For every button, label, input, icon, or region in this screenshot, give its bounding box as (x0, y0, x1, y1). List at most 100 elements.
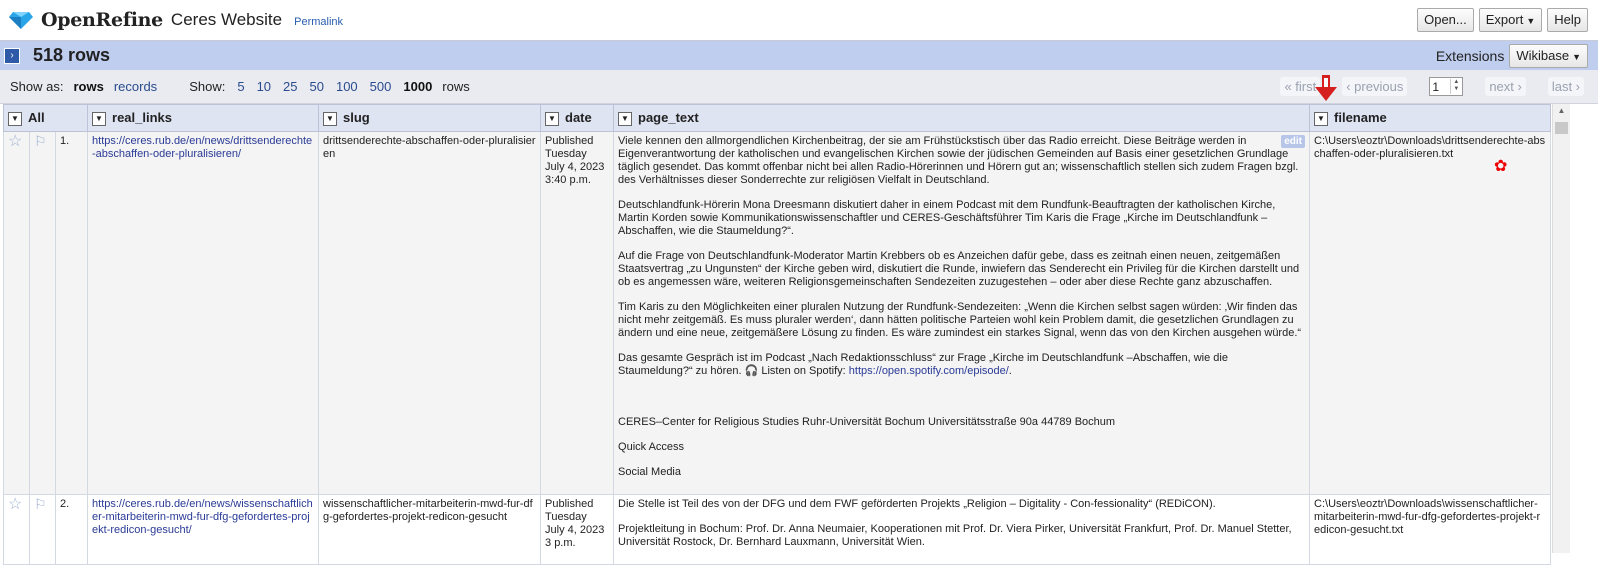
page-text-paragraph: Viele kennen den allmorgendlichen Kirche… (618, 135, 1299, 186)
filename-cell[interactable]: C:\Users\eoztr\Downloads\drittsenderecht… (1309, 131, 1552, 495)
app-logo-text[interactable]: OpenRefine (41, 9, 163, 31)
page-size-10[interactable]: 10 (257, 79, 271, 94)
page-size-1000[interactable]: 1000 (403, 79, 432, 94)
real-links-cell[interactable]: https://ceres.rub.de/en/news/wissenschaf… (87, 494, 320, 565)
page-text-paragraph: CERES–Center for Religious Studies Ruhr-… (618, 416, 1116, 428)
row-index: 2. (54, 494, 89, 565)
spotify-link[interactable]: https://open.spotify.com/episode/ (849, 365, 1009, 377)
flag-cell[interactable]: ⚐ (29, 494, 56, 565)
openrefine-diamond-icon[interactable] (9, 10, 33, 30)
page-size-25[interactable]: 25 (283, 79, 297, 94)
column-header-real-links[interactable]: ▼ real_links (87, 104, 320, 132)
scrollbar-thumb[interactable] (1555, 122, 1568, 134)
page-size-100[interactable]: 100 (336, 79, 358, 94)
page-size-5[interactable]: 5 (237, 79, 244, 94)
column-header-filename[interactable]: ▼ filename (1309, 104, 1552, 132)
page-text-paragraph: Quick Access (618, 441, 685, 453)
permalink-link[interactable]: Permalink (294, 16, 343, 28)
help-button[interactable]: Help (1547, 8, 1588, 32)
top-bar: OpenRefine Ceres Website Permalink Open.… (0, 0, 1598, 41)
vertical-scrollbar[interactable]: ▲ (1552, 104, 1570, 553)
last-page-link[interactable]: last › (1547, 77, 1584, 96)
spinner-icon[interactable]: ▲ ▼ (1450, 79, 1461, 94)
column-header-page-text[interactable]: ▼ page_text (613, 104, 1311, 132)
page-text-paragraph: Deutschlandfunk-Hörerin Mona Dreesmann d… (618, 199, 1276, 237)
filename-value: C:\Users\eoztr\Downloads\wissenschaftlic… (1314, 498, 1541, 536)
slug-cell[interactable]: wissenschaftlicher-mitarbeiterin-mwd-fur… (318, 494, 542, 565)
star-icon[interactable]: ☆ (8, 133, 22, 150)
page-text-cell[interactable]: edit Viele kennen den allmorgendlichen K… (613, 131, 1311, 495)
project-name[interactable]: Ceres Website (171, 10, 282, 30)
slug-value: wissenschaftlicher-mitarbeiterin-mwd-fur… (323, 498, 533, 523)
column-header-date[interactable]: ▼ date (540, 104, 615, 132)
page-text-paragraph: Projektleitung in Bochum: Prof. Dr. Anna… (618, 523, 1292, 548)
flag-icon[interactable]: ⚐ (34, 496, 47, 512)
date-line: Published (545, 135, 594, 147)
next-page-link[interactable]: next › (1485, 77, 1526, 96)
show-as-records[interactable]: records (114, 79, 157, 94)
column-header-slug[interactable]: ▼ slug (318, 104, 542, 132)
date-line: 3:40 p.m. (545, 174, 591, 186)
date-line: July 4, 2023 (545, 161, 605, 173)
edit-button[interactable]: edit (1281, 135, 1306, 148)
star-cell[interactable]: ☆ (3, 131, 30, 495)
star-cell[interactable]: ☆ (3, 494, 30, 565)
column-menu-icon[interactable]: ▼ (323, 111, 338, 126)
toggle-left-panel-icon[interactable]: › (4, 47, 20, 64)
show-as-rows[interactable]: rows (73, 79, 103, 94)
column-label-page-text: page_text (638, 110, 699, 126)
data-table: ▼ All ▼ real_links ▼ slug ▼ date ▼ page_text … (2, 104, 1552, 565)
row-index: 1. (54, 131, 89, 495)
open-button[interactable]: Open... (1417, 8, 1474, 32)
show-as-label: Show as: (10, 79, 64, 94)
filename-cell[interactable]: C:\Users\eoztr\Downloads\wissenschaftlic… (1309, 494, 1552, 565)
column-header-all[interactable]: ▼ All (2, 104, 89, 132)
view-controls: Show as: rows records Show: 5 10 25 50 1… (0, 70, 1598, 104)
page-text-cell[interactable]: Die Stelle ist Teil des von der DFG und … (613, 494, 1311, 565)
column-menu-icon[interactable]: ▼ (618, 111, 633, 126)
real-links-cell[interactable]: https://ceres.rub.de/en/news/drittsender… (87, 131, 320, 495)
page-number-input[interactable]: 1 ▲ ▼ (1429, 77, 1464, 96)
date-line: Published (545, 498, 594, 510)
real-link[interactable]: https://ceres.rub.de/en/news/drittsender… (92, 135, 312, 160)
column-label-all: All (28, 110, 45, 126)
extensions-label: Extensions (1435, 47, 1505, 64)
column-label-filename: filename (1334, 110, 1387, 126)
date-cell[interactable]: Published Tuesday July 4, 2023 3:40 p.m. (540, 131, 615, 495)
wikibase-label: Wikibase (1516, 47, 1570, 63)
flag-icon[interactable]: ⚐ (34, 133, 47, 149)
date-line: July 4, 2023 (545, 524, 605, 536)
page-text-paragraph: Tim Karis zu den Möglichkeiten einer plu… (618, 301, 1302, 339)
column-label-real-links: real_links (112, 110, 173, 126)
export-label: Export (1485, 12, 1524, 27)
star-icon[interactable]: ☆ (8, 496, 22, 513)
page-text-paragraph: Social Media (618, 466, 681, 478)
chevron-down-icon: ▼ (1526, 16, 1536, 26)
page-text-paragraph: Das gesamte Gespräch ist im Podcast „Nac… (618, 352, 1228, 377)
wikibase-menu-button[interactable]: Wikibase ▼ (1509, 43, 1588, 68)
column-menu-icon[interactable]: ▼ (545, 111, 560, 126)
column-menu-icon[interactable]: ▼ (1314, 111, 1329, 126)
column-menu-icon[interactable]: ▼ (92, 111, 107, 126)
slug-cell[interactable]: drittsenderechte-abschaffen-oder-plurali… (318, 131, 542, 495)
rows-count: 518 rows (33, 45, 111, 65)
page-text-paragraph: Auf die Frage von Deutschlandfunk-Modera… (618, 250, 1300, 288)
column-label-date: date (565, 110, 592, 126)
flag-cell[interactable]: ⚐ (29, 131, 56, 495)
previous-page-link[interactable]: ‹ previous (1342, 77, 1408, 96)
date-line: Tuesday (545, 148, 587, 160)
slug-value: drittsenderechte-abschaffen-oder-plurali… (323, 135, 536, 160)
export-button[interactable]: Export ▼ (1478, 8, 1543, 32)
page-size-500[interactable]: 500 (370, 79, 392, 94)
rows-word: rows (442, 79, 470, 94)
scroll-up-icon[interactable]: ▲ (1553, 104, 1570, 118)
page-text-paragraph: Die Stelle ist Teil des von der DFG und … (618, 498, 1216, 510)
date-cell[interactable]: Published Tuesday July 4, 2023 3 p.m. (540, 494, 615, 565)
page-number-value: 1 (1432, 79, 1439, 94)
red-arrow-annotation-icon (1315, 75, 1337, 101)
real-link[interactable]: https://ceres.rub.de/en/news/wissenschaf… (92, 498, 313, 536)
column-menu-icon[interactable]: ▼ (8, 111, 22, 126)
page-size-50[interactable]: 50 (310, 79, 324, 94)
column-label-slug: slug (343, 110, 370, 126)
